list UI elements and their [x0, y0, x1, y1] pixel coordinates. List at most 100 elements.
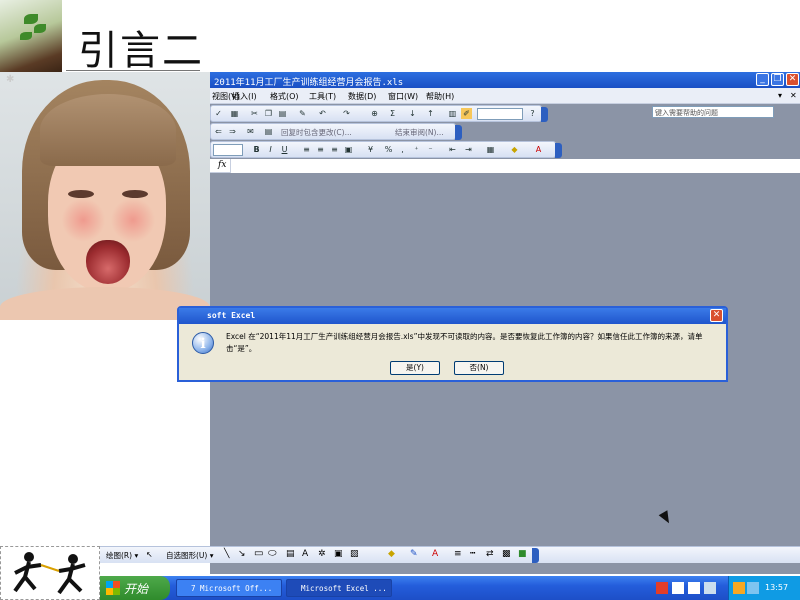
draw-menu[interactable]: 绘图(R) ▾ — [106, 550, 138, 561]
picture-icon[interactable]: ▨ — [350, 549, 359, 559]
bold-icon[interactable]: B — [251, 144, 262, 155]
drawing-icon[interactable]: ✐ — [461, 108, 472, 119]
running-figures-clipart — [0, 546, 100, 600]
clock[interactable]: 13:57 — [765, 583, 788, 592]
menu-data[interactable]: 数据(D) — [348, 91, 376, 102]
currency-icon[interactable]: ¥ — [365, 144, 376, 155]
font-size-combo[interactable] — [213, 144, 243, 156]
menu-insert[interactable]: 插入(I) — [232, 91, 257, 102]
format-painter-icon[interactable]: ✎ — [297, 108, 308, 119]
reviewing-toolbar: ⇐ ⇒ ✉ ▤ 回复时包含更改(C)... 结束审阅(N)... — [210, 123, 462, 140]
yes-button[interactable]: 是(Y) — [390, 361, 440, 375]
taskbar: 开始 7 Microsoft Off... Microsoft Excel ..… — [100, 576, 800, 600]
standard-toolbar: ✓ ▦ ✂ ❐ ▤ ✎ ↶ ↷ ⊕ Σ ↓ ↑ ▥ ✐ ? — [210, 105, 548, 122]
font-color-icon[interactable]: A — [533, 144, 544, 155]
spelling-icon[interactable]: ✓ — [213, 108, 224, 119]
hyperlink-icon[interactable]: ⊕ — [369, 108, 380, 119]
underline-icon[interactable]: U — [279, 144, 290, 155]
autosum-icon[interactable]: Σ — [387, 108, 398, 119]
oval-icon[interactable]: ⬭ — [268, 548, 277, 559]
comma-icon[interactable]: , — [397, 144, 408, 155]
increase-indent-icon[interactable]: ⇥ — [463, 144, 474, 155]
windows-flag-icon — [106, 581, 120, 595]
clipart-icon[interactable]: ▣ — [334, 549, 343, 559]
borders-icon[interactable]: ▦ — [485, 144, 496, 155]
excel-title-bar[interactable]: 2011年11月工厂生产训练组经营月会报告.xls — [210, 72, 800, 88]
copy-icon[interactable]: ❐ — [263, 108, 274, 119]
tray-volume-icon[interactable] — [747, 582, 759, 594]
help-dropdown-icon[interactable]: ▾ — [778, 91, 782, 100]
undo-icon[interactable]: ↶ — [317, 108, 328, 119]
redo-icon[interactable]: ↷ — [341, 108, 352, 119]
menu-tools[interactable]: 工具(T) — [309, 91, 336, 102]
help-search-input[interactable]: 键入需要帮助的问题 — [652, 106, 774, 118]
task-excel[interactable]: Microsoft Excel ... — [286, 579, 392, 597]
line-style-icon[interactable]: ≡ — [454, 549, 462, 559]
review-icon-3[interactable]: ✉ — [245, 126, 256, 137]
3d-style-icon[interactable]: ■ — [518, 549, 527, 559]
restore-icon[interactable]: ❐ — [771, 73, 784, 86]
decrease-decimal-icon[interactable]: ⁻ — [425, 144, 436, 155]
arrow-style-icon[interactable]: ⇄ — [486, 549, 494, 559]
dialog-title: soft Excel — [179, 308, 726, 324]
fill-color-icon[interactable]: ◆ — [509, 144, 520, 155]
review-icon-1[interactable]: ⇐ — [213, 126, 224, 137]
sort-ascending-icon[interactable]: ↓ — [407, 108, 418, 119]
decrease-indent-icon[interactable]: ⇤ — [447, 144, 458, 155]
task-office[interactable]: 7 Microsoft Off... — [176, 579, 282, 597]
menu-help[interactable]: 帮助(H) — [426, 91, 454, 102]
align-right-icon[interactable]: ≡ — [329, 144, 340, 155]
minimize-icon[interactable]: _ — [756, 73, 769, 86]
reply-with-changes[interactable]: 回复时包含更改(C)... — [281, 127, 352, 138]
cut-icon[interactable]: ✂ — [249, 108, 260, 119]
formula-input[interactable] — [230, 159, 800, 173]
sort-descending-icon[interactable]: ↑ — [425, 108, 436, 119]
title-divider — [66, 70, 200, 71]
review-icon-2[interactable]: ⇒ — [227, 126, 238, 137]
help-icon[interactable]: ? — [527, 108, 538, 119]
chart-wizard-icon[interactable]: ▥ — [447, 108, 458, 119]
shadow-icon[interactable]: ▩ — [502, 549, 511, 559]
paste-icon[interactable]: ▤ — [277, 108, 288, 119]
arrow-icon[interactable]: ↘ — [238, 549, 246, 559]
tray-s-icon[interactable] — [656, 582, 668, 594]
close-icon[interactable]: ✕ — [786, 73, 799, 86]
line-icon[interactable]: ╲ — [224, 549, 229, 559]
autoshapes-menu[interactable]: 自选图形(U) ▾ — [166, 550, 214, 561]
no-button[interactable]: 否(N) — [454, 361, 504, 375]
select-objects-icon[interactable]: ↖ — [146, 550, 153, 559]
zoom-combo[interactable] — [477, 108, 523, 120]
tray-keyboard-icon[interactable] — [672, 582, 684, 594]
align-center-icon[interactable]: ≡ — [315, 144, 326, 155]
wordart-icon[interactable]: A — [302, 549, 308, 559]
align-left-icon[interactable]: ≡ — [301, 144, 312, 155]
review-icon-4[interactable]: ▤ — [263, 126, 274, 137]
start-button[interactable]: 开始 — [100, 576, 170, 600]
draw-font-color-icon[interactable]: A — [432, 549, 438, 559]
dialog-close-icon[interactable]: ✕ — [710, 309, 723, 322]
rectangle-icon[interactable]: ▭ — [254, 548, 263, 559]
research-icon[interactable]: ▦ — [229, 108, 240, 119]
draw-fill-color-icon[interactable]: ◆ — [388, 549, 395, 559]
percent-icon[interactable]: % — [383, 144, 394, 155]
end-review[interactable]: 结束审阅(N)... — [395, 127, 444, 138]
start-label: 开始 — [124, 582, 149, 596]
tray-help-icon[interactable] — [688, 582, 700, 594]
line-color-icon[interactable]: ✎ — [410, 549, 418, 559]
tray-speaker-icon[interactable] — [704, 582, 716, 594]
cursor-icon: ✱ — [6, 74, 15, 85]
tray-network-icon[interactable] — [733, 582, 745, 594]
italic-icon[interactable]: I — [265, 144, 276, 155]
fx-icon[interactable]: fx — [218, 160, 226, 170]
plant-hands-image — [0, 0, 62, 72]
dash-style-icon[interactable]: ┅ — [470, 549, 475, 559]
slide-title: 引言二 — [78, 28, 204, 74]
increase-decimal-icon[interactable]: ⁺ — [411, 144, 422, 155]
diagram-icon[interactable]: ✲ — [318, 549, 326, 559]
menu-bar: 视图(V) 插入(I) 格式(O) 工具(T) 数据(D) 窗口(W) 帮助(H… — [210, 88, 800, 118]
menu-format[interactable]: 格式(O) — [270, 91, 299, 102]
doc-close-icon[interactable]: ✕ — [790, 91, 797, 100]
merge-center-icon[interactable]: ▣ — [343, 144, 354, 155]
menu-window[interactable]: 窗口(W) — [388, 91, 418, 102]
textbox-icon[interactable]: ▤ — [286, 549, 295, 559]
